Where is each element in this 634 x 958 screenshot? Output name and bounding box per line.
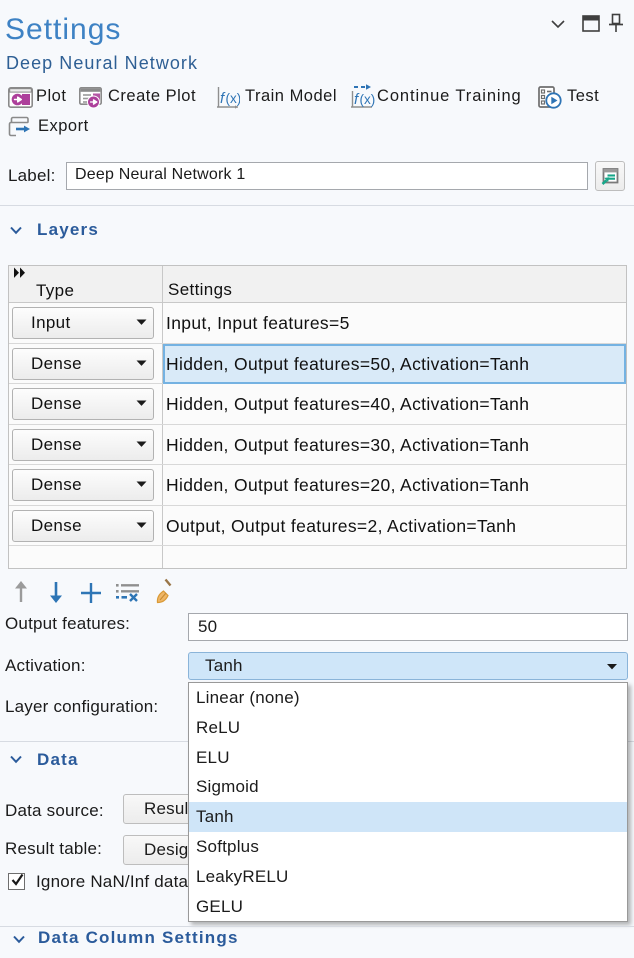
svg-text:(x): (x) [226, 91, 241, 106]
svg-text:(x): (x) [360, 92, 376, 107]
